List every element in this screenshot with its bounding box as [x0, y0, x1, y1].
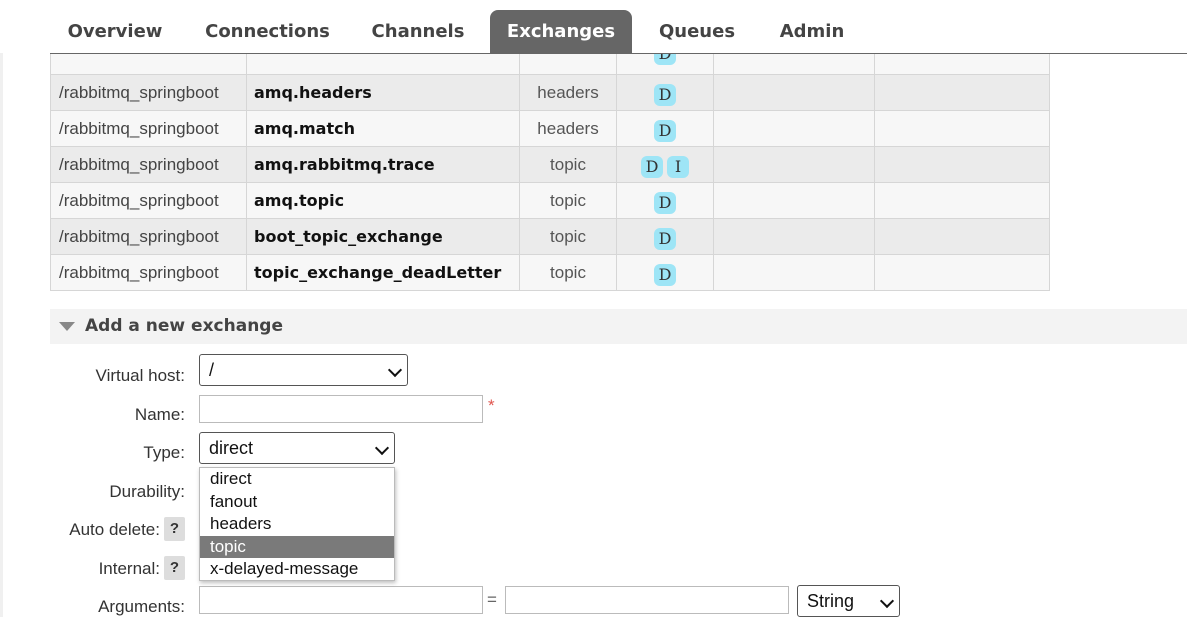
type-dropdown-list[interactable]: direct fanout headers topic x-delayed-messag… — [199, 467, 395, 581]
chevron-down-icon — [387, 362, 403, 378]
argument-type-select[interactable]: String — [797, 585, 900, 617]
collapse-arrow-icon[interactable] — [59, 322, 75, 331]
type-option[interactable]: x-delayed-message — [200, 558, 394, 581]
internal-label: Internal: — [98, 559, 160, 578]
durability-label: Durability: — [109, 482, 185, 501]
type-option[interactable]: topic — [200, 535, 394, 558]
rate-out-cell — [874, 254, 1050, 291]
feature-badge: D — [654, 191, 676, 214]
vhost-label: Virtual host: — [95, 366, 185, 385]
tab-queues[interactable]: Queues — [648, 10, 746, 53]
vhost-select-value: / — [209, 360, 215, 380]
table-row[interactable]: /rabbitmq_springboot amq.match headers D — [50, 110, 1050, 147]
features-cell: D — [616, 218, 714, 255]
rate-in-cell — [713, 182, 875, 219]
features-cell: D — [616, 254, 714, 291]
table-row[interactable]: /rabbitmq_springboot amq.topic topic D — [50, 182, 1050, 219]
argument-value-input[interactable] — [505, 586, 789, 614]
type-option[interactable]: headers — [200, 513, 394, 536]
feature-badge: D — [641, 155, 663, 178]
rate-out-cell — [874, 146, 1050, 183]
rate-out-cell — [874, 182, 1050, 219]
chevron-down-icon — [374, 440, 390, 456]
rate-in-cell — [713, 218, 875, 255]
rate-out-cell — [874, 110, 1050, 147]
rate-out-cell — [874, 74, 1050, 111]
type-cell: topic — [519, 182, 617, 219]
type-cell: topic — [519, 254, 617, 291]
auto-delete-label: Auto delete: — [69, 520, 160, 539]
tab-connections[interactable]: Connections — [195, 10, 340, 53]
type-select[interactable]: direct — [199, 432, 395, 464]
argument-key-input[interactable] — [199, 586, 483, 614]
features-cell: D — [616, 182, 714, 219]
rate-in-cell — [713, 74, 875, 111]
arguments-label: Arguments: — [98, 597, 185, 616]
vhost-select[interactable]: / — [199, 354, 408, 386]
tab-channels[interactable]: Channels — [358, 10, 478, 53]
table-row[interactable]: /rabbitmq_springboot topic_exchange_deadL… — [50, 254, 1050, 291]
name-label: Name: — [134, 405, 185, 424]
type-option[interactable]: direct — [200, 468, 394, 491]
features-cell: DI — [616, 146, 714, 183]
exchange-name-link[interactable]: amq.match — [246, 110, 520, 147]
argument-type-value: String — [807, 591, 855, 611]
vhost-cell: /rabbitmq_springboot — [50, 218, 247, 255]
table-row[interactable]: /rabbitmq_springboot boot_topic_exchange t… — [50, 218, 1050, 255]
feature-badge: D — [654, 83, 676, 106]
type-cell: topic — [519, 146, 617, 183]
auto-delete-help-button[interactable]: ? — [164, 517, 185, 541]
rate-out-cell — [874, 218, 1050, 255]
chevron-down-icon — [879, 593, 895, 609]
features-cell: D — [616, 110, 714, 147]
internal-help-button[interactable]: ? — [164, 556, 185, 580]
tab-bar: Overview Connections Channels Exchanges … — [0, 0, 1187, 53]
add-exchange-title: Add a new exchange — [85, 316, 284, 336]
exchange-name-link[interactable]: amq.headers — [246, 74, 520, 111]
required-mark: * — [488, 396, 495, 415]
exchange-name-link[interactable]: topic_exchange_deadLetter — [246, 254, 520, 291]
equals-sign: = — [487, 590, 497, 609]
type-cell: headers — [519, 110, 617, 147]
exchanges-table: /rabbitmq_springbootamq.fanoutfanoutD/ra… — [50, 38, 1050, 291]
exchange-name-link[interactable]: amq.rabbitmq.trace — [246, 146, 520, 183]
type-option[interactable]: fanout — [200, 491, 394, 514]
vhost-cell: /rabbitmq_springboot — [50, 182, 247, 219]
type-cell: headers — [519, 74, 617, 111]
table-row[interactable]: /rabbitmq_springboot amq.headers headers D — [50, 74, 1050, 111]
tab-exchanges[interactable]: Exchanges — [490, 10, 632, 53]
name-input[interactable] — [199, 395, 483, 423]
vhost-cell: /rabbitmq_springboot — [50, 146, 247, 183]
exchange-name-link[interactable]: amq.topic — [246, 182, 520, 219]
features-cell: D — [616, 74, 714, 111]
left-border — [0, 0, 3, 617]
rate-in-cell — [713, 254, 875, 291]
tab-admin[interactable]: Admin — [768, 10, 856, 53]
type-select-value: direct — [209, 438, 254, 458]
exchange-name-link[interactable]: boot_topic_exchange — [246, 218, 520, 255]
vhost-cell: /rabbitmq_springboot — [50, 254, 247, 291]
rate-in-cell — [713, 110, 875, 147]
vhost-cell: /rabbitmq_springboot — [50, 110, 247, 147]
tab-underline — [50, 53, 1187, 54]
tab-overview[interactable]: Overview — [55, 10, 175, 53]
feature-badge: D — [654, 119, 676, 142]
feature-badge: D — [654, 263, 676, 286]
feature-badge: D — [654, 227, 676, 250]
vhost-cell: /rabbitmq_springboot — [50, 74, 247, 111]
feature-badge: I — [667, 155, 689, 178]
rate-in-cell — [713, 146, 875, 183]
type-label: Type: — [143, 443, 185, 462]
table-row[interactable]: /rabbitmq_springboot amq.rabbitmq.trace to… — [50, 146, 1050, 183]
type-cell: topic — [519, 218, 617, 255]
